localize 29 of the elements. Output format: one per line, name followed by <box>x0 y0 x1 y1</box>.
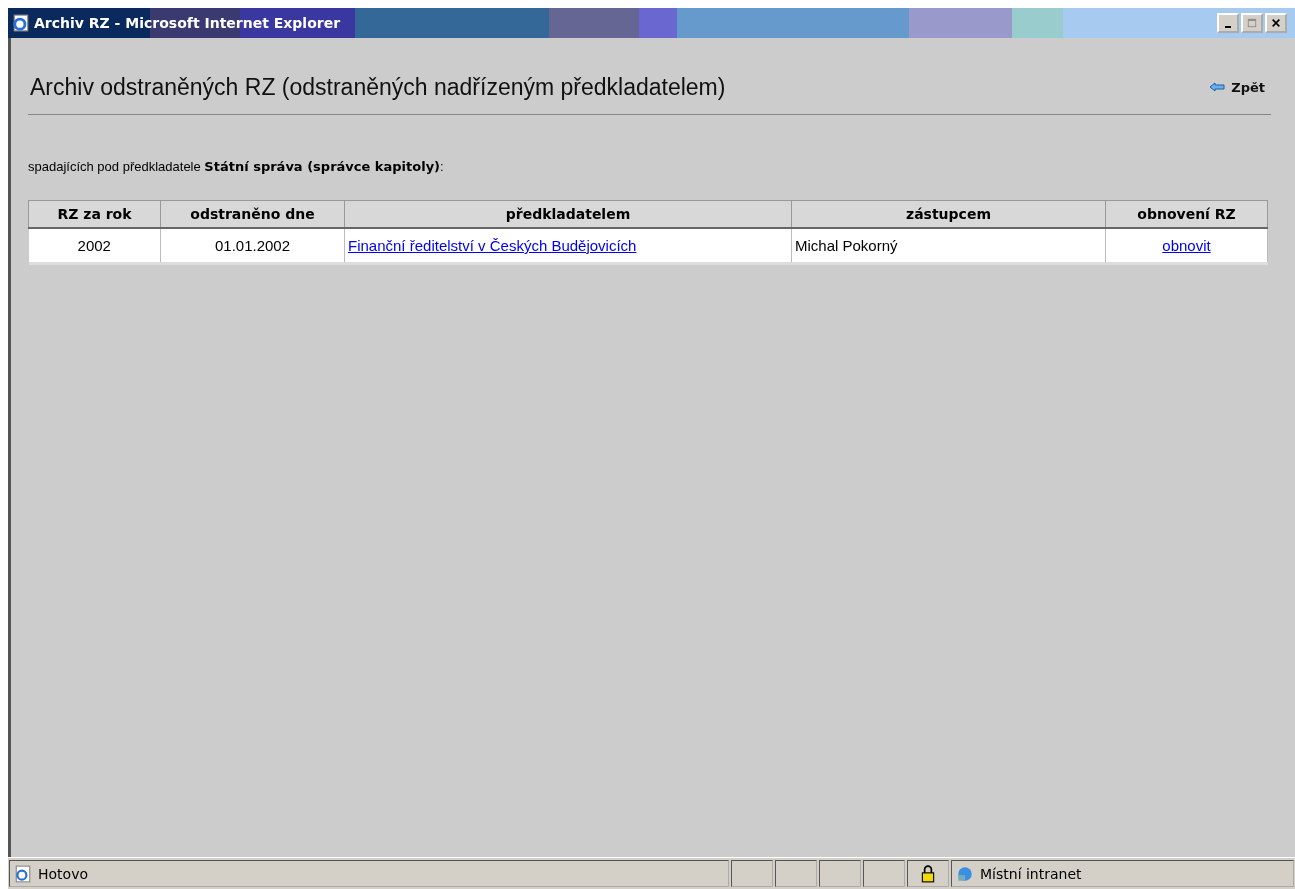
minimize-icon <box>1225 26 1231 28</box>
browser-icon <box>12 14 30 32</box>
table-cell: Michal Pokorný <box>791 227 1106 264</box>
back-link[interactable]: Zpět <box>1209 79 1265 95</box>
subtitle-text: spadajících pod předkladatele Státní správa (správce kapitoly): <box>28 159 445 174</box>
status-panel <box>863 860 905 887</box>
status-panel <box>775 860 817 887</box>
column-header: odstraněno dne <box>160 200 345 228</box>
close-icon <box>1271 18 1281 28</box>
column-header: RZ za rok <box>28 200 161 228</box>
status-panel <box>731 860 773 887</box>
page-icon <box>14 864 32 883</box>
lock-icon <box>919 864 937 883</box>
arrow-icon <box>1209 82 1226 92</box>
table-cell: 2002 <box>28 227 161 264</box>
column-header: obnovení RZ <box>1105 200 1268 228</box>
maximize-icon <box>1247 18 1257 28</box>
page-heading: Archiv odstraněných RZ (odstraněných nadřízeným předkladatelem) <box>30 73 726 101</box>
close-button[interactable] <box>1265 13 1287 33</box>
status-text: Hotovo <box>38 865 88 882</box>
table-cell: 01.01.2002 <box>160 227 345 264</box>
status-panel <box>819 860 861 887</box>
column-header: zástupcem <box>791 200 1106 228</box>
zone-text: Místní intranet <box>980 865 1082 882</box>
network-icon <box>956 864 974 883</box>
restore-link[interactable]: obnovit <box>1162 236 1211 254</box>
column-header: předkladatelem <box>344 200 792 228</box>
window-title: Archiv RZ - Microsoft Internet Explorer <box>34 15 342 31</box>
minimize-button[interactable] <box>1217 13 1239 33</box>
